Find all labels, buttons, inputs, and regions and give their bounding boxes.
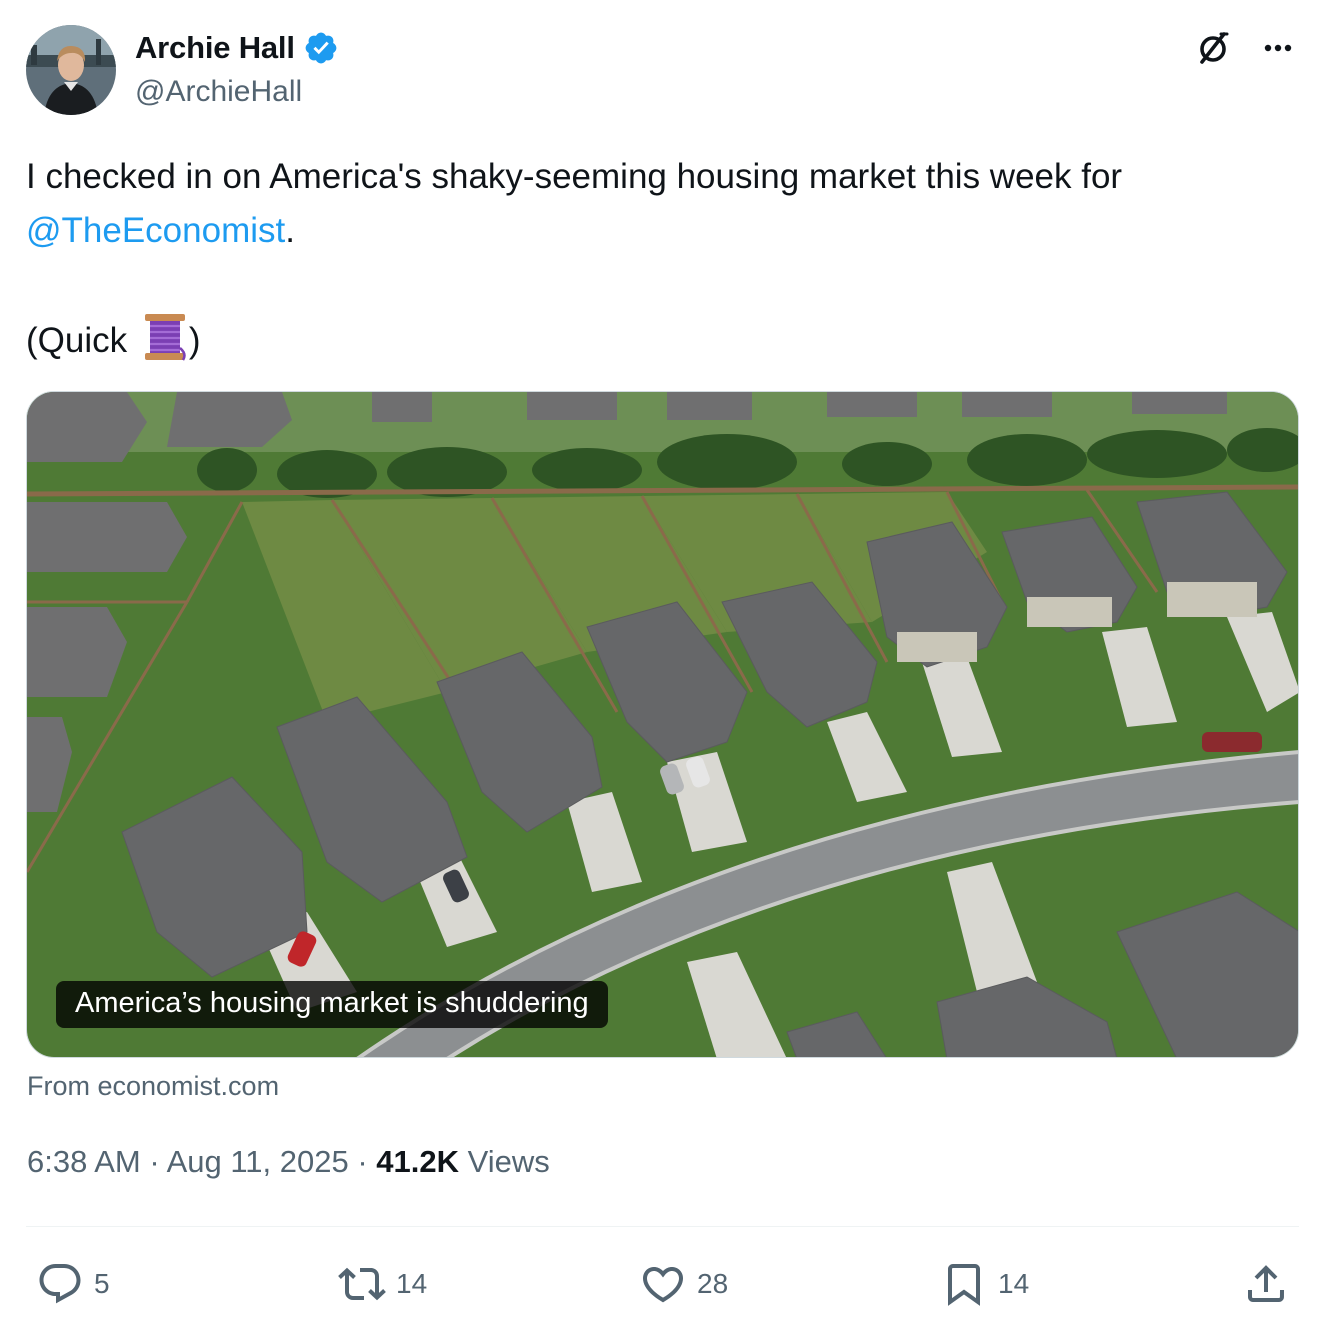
link-card[interactable]: America’s housing market is shuddering (26, 391, 1299, 1058)
card-caption: America’s housing market is shuddering (56, 981, 608, 1028)
quick-open-text: (Quick (26, 321, 137, 360)
quick-close-text: ) (188, 321, 201, 360)
tweet-text-line-3: (Quick ) (26, 312, 1286, 368)
tweet-date[interactable]: Aug 11, 2025 (167, 1144, 349, 1179)
meta-separator-1: · (140, 1144, 167, 1179)
aerial-suburban-houses-image (27, 392, 1298, 1057)
thread-spool-emoji-icon (144, 314, 186, 361)
reply-icon (39, 1264, 81, 1304)
more-icon[interactable] (1258, 28, 1298, 68)
tweet-text-line-1: I checked in on America's shaky-seeming … (26, 157, 1123, 196)
bookmark-icon (948, 1264, 980, 1306)
views-count: 41.2K (376, 1144, 460, 1179)
profile-photo (26, 25, 116, 115)
header-actions (1194, 28, 1298, 68)
grok-icon[interactable] (1194, 28, 1234, 68)
tweet-text: I checked in on America's shaky-seeming … (26, 150, 1286, 368)
bookmark-button[interactable]: 14 (940, 1256, 1029, 1312)
tweet-meta: 6:38 AM · Aug 11, 2025 · 41.2K Views (27, 1144, 550, 1180)
reply-count: 5 (94, 1268, 110, 1299)
tweet-header: Archie Hall @ArchieHall (26, 25, 1298, 117)
share-button[interactable] (1242, 1256, 1290, 1312)
verified-badge-icon[interactable] (303, 30, 339, 66)
mention-link[interactable]: @TheEconomist (26, 211, 285, 250)
tweet-text-line-2: @TheEconomist. (26, 204, 1286, 258)
repost-count: 14 (396, 1268, 428, 1299)
tweet-time[interactable]: 6:38 AM (27, 1144, 141, 1179)
meta-separator-2: · (348, 1144, 377, 1179)
like-count: 28 (697, 1268, 729, 1299)
like-button[interactable]: 28 (639, 1256, 728, 1312)
share-icon (1248, 1265, 1284, 1302)
repost-icon (338, 1267, 386, 1301)
avatar[interactable] (26, 25, 116, 115)
reply-button[interactable]: 5 (36, 1256, 110, 1312)
divider (26, 1226, 1299, 1227)
bookmark-count: 14 (998, 1268, 1030, 1299)
name-row: Archie Hall (135, 30, 339, 66)
card-source[interactable]: From economist.com (27, 1071, 279, 1102)
display-name[interactable]: Archie Hall (135, 30, 295, 66)
heart-icon (642, 1267, 684, 1303)
views-label: Views (459, 1144, 550, 1179)
tweet-text-period: . (285, 211, 295, 250)
handle[interactable]: @ArchieHall (135, 75, 302, 109)
action-bar: 5 14 28 14 (0, 1256, 1317, 1312)
repost-button[interactable]: 14 (338, 1256, 427, 1312)
